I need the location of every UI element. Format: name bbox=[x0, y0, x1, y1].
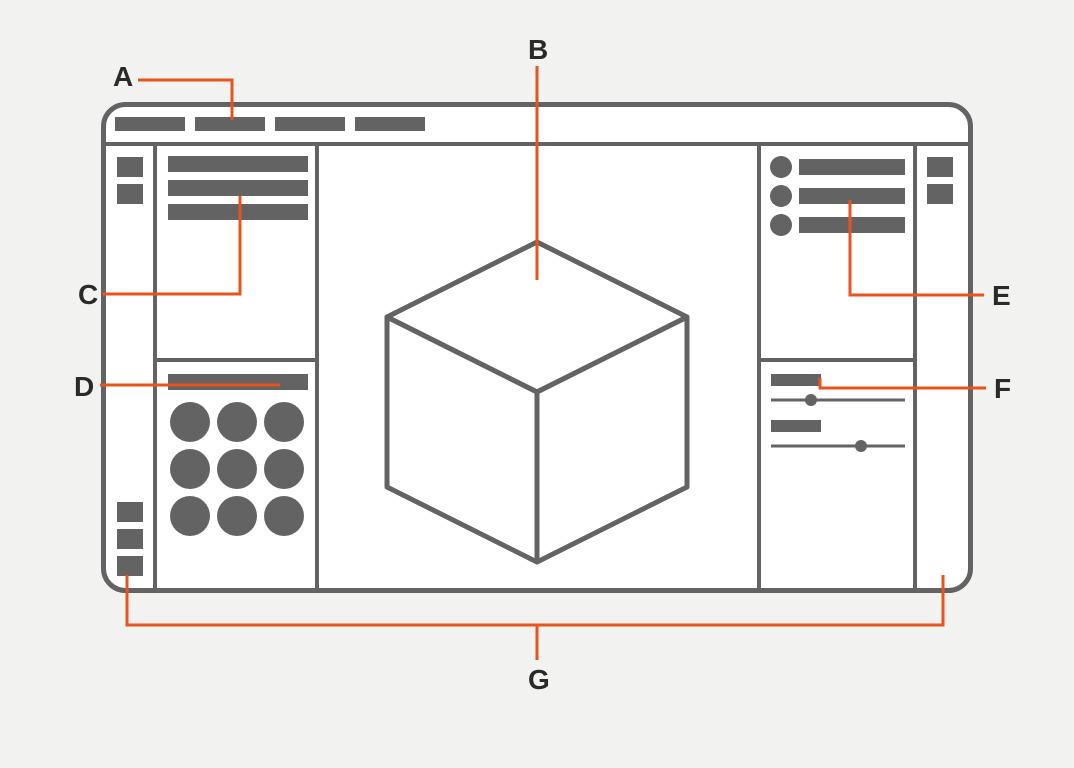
menu-item[interactable] bbox=[195, 117, 265, 131]
swatch[interactable] bbox=[217, 449, 257, 489]
callout-label-F: F bbox=[994, 375, 1011, 403]
rail-button[interactable] bbox=[117, 502, 143, 522]
asset-panel-header[interactable] bbox=[168, 374, 308, 390]
property-label bbox=[771, 374, 821, 386]
swatch[interactable] bbox=[264, 402, 304, 442]
callout-label-D: D bbox=[74, 373, 94, 401]
list-bullet bbox=[770, 156, 792, 178]
menu-item[interactable] bbox=[355, 117, 425, 131]
list-item[interactable] bbox=[168, 180, 308, 196]
rail-button[interactable] bbox=[117, 529, 143, 549]
swatch[interactable] bbox=[264, 449, 304, 489]
slider-thumb[interactable] bbox=[855, 440, 867, 452]
rail-button[interactable] bbox=[117, 556, 143, 576]
property-label bbox=[771, 420, 821, 432]
window-wireframe bbox=[101, 102, 973, 593]
left-rail-bottom bbox=[117, 502, 143, 576]
slider-thumb[interactable] bbox=[805, 394, 817, 406]
list-bullet bbox=[770, 214, 792, 236]
callout-label-G: G bbox=[528, 666, 550, 694]
swatch[interactable] bbox=[264, 496, 304, 536]
list-item[interactable] bbox=[799, 188, 905, 204]
list-item[interactable] bbox=[799, 217, 905, 233]
swatch[interactable] bbox=[217, 496, 257, 536]
list-item[interactable] bbox=[168, 156, 308, 172]
left-panel-list bbox=[168, 156, 308, 220]
callout-label-C: C bbox=[78, 281, 98, 309]
rail-button[interactable] bbox=[927, 157, 953, 177]
swatch[interactable] bbox=[170, 402, 210, 442]
list-item[interactable] bbox=[168, 204, 308, 220]
callout-label-B: B bbox=[528, 36, 548, 64]
menu-item[interactable] bbox=[115, 117, 185, 131]
diagram-stage: A B C D E F G bbox=[0, 0, 1074, 768]
swatch[interactable] bbox=[170, 496, 210, 536]
swatch[interactable] bbox=[170, 449, 210, 489]
rail-button[interactable] bbox=[117, 184, 143, 204]
list-bullet bbox=[770, 185, 792, 207]
asset-swatches bbox=[170, 402, 304, 536]
menu-item[interactable] bbox=[275, 117, 345, 131]
list-item[interactable] bbox=[799, 159, 905, 175]
callout-label-A: A bbox=[113, 63, 133, 91]
right-panel-list bbox=[770, 156, 905, 236]
rail-button[interactable] bbox=[927, 184, 953, 204]
callout-label-E: E bbox=[992, 282, 1011, 310]
swatch[interactable] bbox=[217, 402, 257, 442]
rail-button[interactable] bbox=[117, 157, 143, 177]
